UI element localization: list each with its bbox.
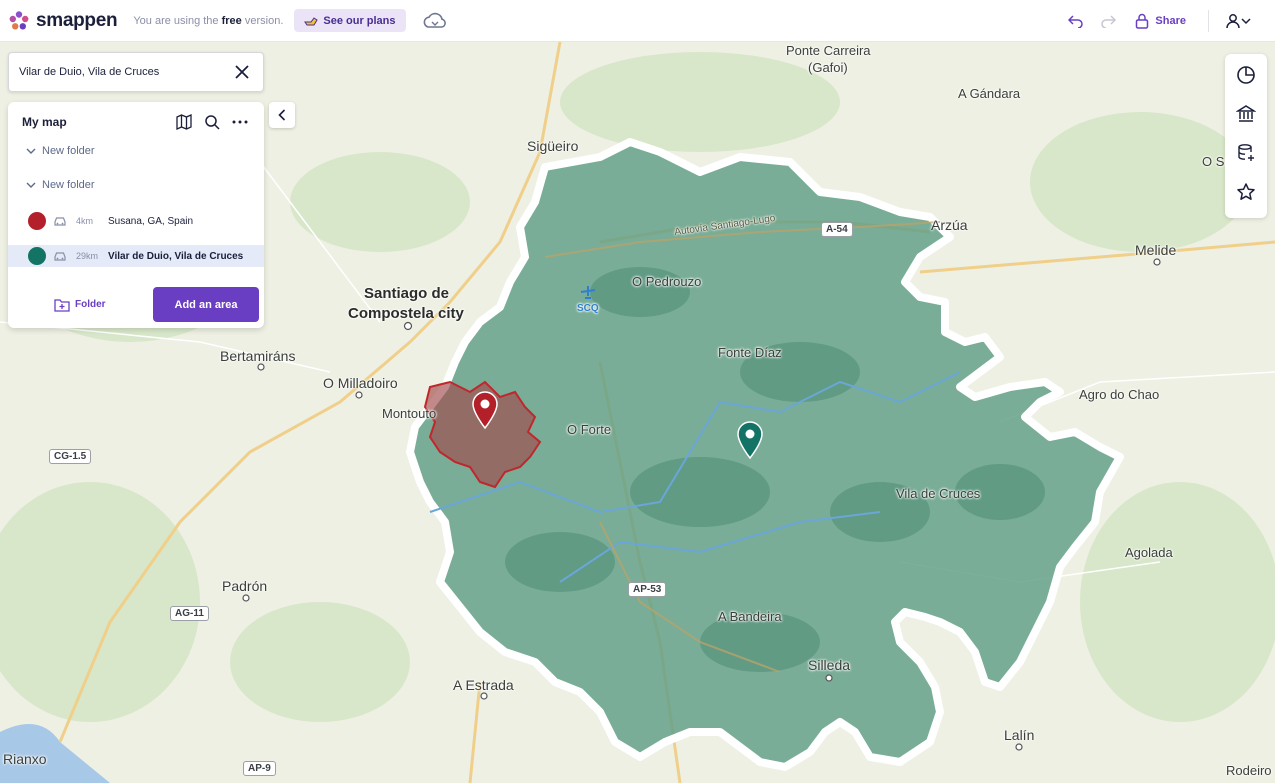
- map-icon[interactable]: [174, 112, 194, 132]
- top-bar: smappen You are using the free version. …: [0, 0, 1275, 42]
- panel-header: My map: [8, 102, 264, 142]
- selected-area-label: Vilar de Duio, Vila de Cruces: [19, 66, 160, 78]
- cloud-sync-icon[interactable]: [422, 11, 448, 31]
- undo-icon[interactable]: [1065, 10, 1087, 32]
- star-icon[interactable]: [1233, 179, 1259, 204]
- share-button[interactable]: Share: [1135, 13, 1186, 29]
- chevron-down-icon: [26, 182, 36, 188]
- free-note-word: free: [221, 14, 242, 27]
- add-folder-button[interactable]: Folder: [54, 298, 153, 312]
- area-name: Vilar de Duio, Vila de Cruces: [108, 250, 244, 262]
- close-icon[interactable]: [231, 61, 253, 83]
- panel-footer: Folder Add an area: [8, 287, 264, 322]
- pie-chart-icon[interactable]: [1233, 62, 1259, 87]
- free-note-prefix: You are using the: [133, 14, 222, 27]
- bank-icon[interactable]: [1233, 101, 1259, 126]
- car-icon: [54, 217, 66, 226]
- chevron-down-icon: [1241, 18, 1251, 25]
- hand-pointer-icon: [304, 16, 319, 25]
- road-badge: AP-9: [243, 761, 276, 776]
- road-badge: AG-11: [170, 606, 209, 621]
- map-marker-susana-icon[interactable]: [471, 390, 499, 430]
- user-icon: [1226, 14, 1240, 29]
- folder-button-label: Folder: [75, 299, 106, 310]
- lock-icon: [1136, 13, 1149, 29]
- road-badge: AP-53: [628, 582, 667, 597]
- free-note-suffix: version.: [241, 14, 284, 27]
- folder-label: New folder: [42, 179, 95, 191]
- folder-row[interactable]: New folder: [8, 174, 264, 196]
- smappen-logo-icon: [9, 10, 29, 29]
- right-toolbar: [1225, 54, 1267, 218]
- chevron-left-icon: [278, 109, 286, 121]
- top-right-actions: Share: [1065, 0, 1275, 42]
- share-label: Share: [1155, 15, 1186, 27]
- area-name: Susana, GA, Spain: [108, 215, 194, 227]
- area-distance: 29km: [76, 251, 99, 261]
- panel-title: My map: [22, 115, 67, 129]
- map-marker-vilar-icon[interactable]: [736, 420, 764, 460]
- logo[interactable]: smappen: [8, 9, 118, 32]
- divider: [1208, 10, 1209, 32]
- area-color-dot[interactable]: [28, 247, 46, 265]
- collapse-panel-button[interactable]: [269, 102, 295, 128]
- chevron-down-icon: [26, 148, 36, 154]
- redo-icon[interactable]: [1097, 10, 1119, 32]
- area-item-vilar[interactable]: 29km Vilar de Duio, Vila de Cruces: [8, 245, 264, 267]
- plans-label: See our plans: [323, 14, 396, 27]
- area-color-dot[interactable]: [28, 212, 46, 230]
- free-version-note: You are using the free version.: [133, 15, 283, 27]
- my-map-panel: My map New folder New folder 4km Susana,…: [8, 102, 264, 328]
- folder-row[interactable]: New folder: [8, 140, 264, 162]
- road-badge: CG-1.5: [49, 449, 92, 464]
- area-item-susana[interactable]: 4km Susana, GA, Spain: [8, 210, 264, 232]
- see-our-plans-button[interactable]: See our plans: [294, 9, 406, 32]
- user-menu[interactable]: [1221, 10, 1255, 32]
- selected-area-chip[interactable]: Vilar de Duio, Vila de Cruces: [8, 52, 264, 92]
- folder-add-icon: [54, 298, 70, 312]
- more-icon[interactable]: [230, 112, 250, 132]
- road-badge: A-54: [821, 222, 853, 237]
- add-area-button[interactable]: Add an area: [153, 287, 259, 322]
- database-add-icon[interactable]: [1233, 140, 1259, 165]
- car-icon: [54, 252, 66, 261]
- area-distance: 4km: [76, 216, 94, 226]
- search-icon[interactable]: [202, 112, 222, 132]
- app-name: smappen: [36, 9, 118, 31]
- folder-label: New folder: [42, 145, 95, 157]
